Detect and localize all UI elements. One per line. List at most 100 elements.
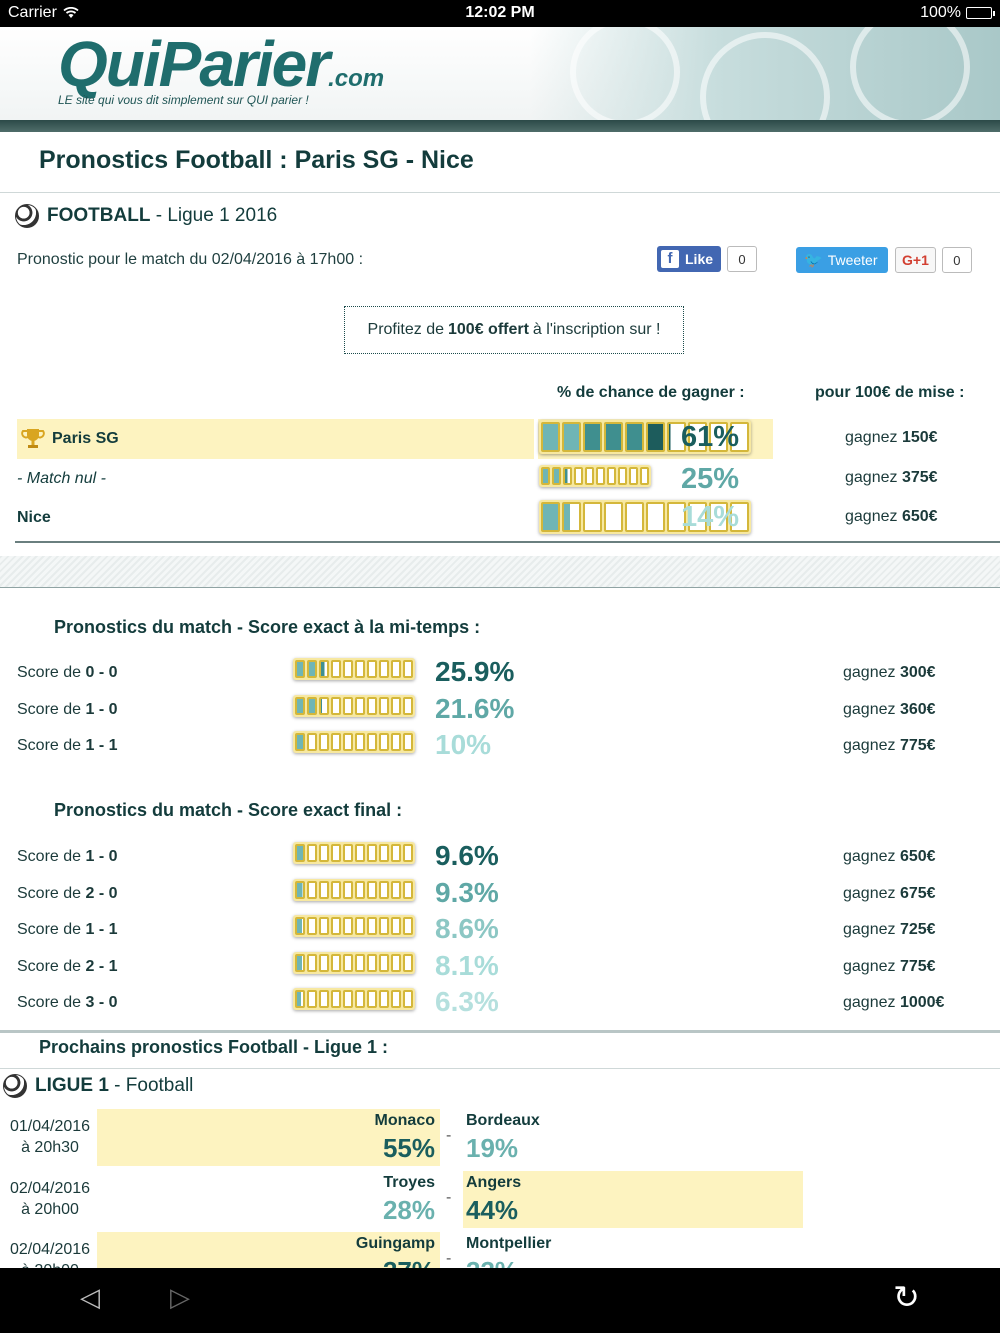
- gauge-segment: [625, 502, 644, 532]
- gauge-segment: [331, 990, 341, 1008]
- match-datetime[interactable]: 02/04/2016 à 20h00: [7, 1178, 93, 1220]
- site-logo[interactable]: QuiParier.com: [58, 29, 384, 99]
- gauge-segment: [562, 422, 581, 452]
- back-button[interactable]: ◁: [80, 1282, 100, 1313]
- section-band: [0, 556, 1000, 588]
- versus-dash: -: [446, 1127, 452, 1144]
- gauge-segment: [319, 880, 329, 899]
- gauge-segment: [355, 733, 365, 751]
- gauge-segment: [343, 990, 353, 1008]
- score-label: Score de 0 - 0: [17, 664, 118, 682]
- gain-amount: 725€: [899, 921, 936, 938]
- win-label: gagnez: [843, 737, 896, 754]
- score-label: Score de 3 - 0: [17, 994, 118, 1012]
- gauge-segment: [403, 844, 413, 862]
- score-pct: 9.6%: [435, 840, 499, 871]
- like-label: Like: [685, 251, 714, 267]
- gauge-segment: [403, 880, 413, 899]
- google-plus-button[interactable]: G+1: [895, 247, 936, 273]
- gauge-segment: [367, 733, 377, 751]
- outcome-team-1: Paris SG: [20, 426, 119, 452]
- gain-amount: 650€: [901, 508, 938, 525]
- away-pct: 19%: [466, 1133, 519, 1163]
- forward-button[interactable]: ▷: [170, 1282, 190, 1313]
- header-decoration: [530, 27, 1000, 120]
- win-label: gagnez: [843, 957, 896, 975]
- gauge-segment: [596, 467, 605, 485]
- gain-amount: 300€: [899, 664, 936, 681]
- gain-amount: 775€: [899, 737, 936, 754]
- facebook-like-button[interactable]: f Like: [657, 246, 722, 272]
- score-value: 1 - 0: [85, 700, 118, 718]
- home-team[interactable]: Monaco: [375, 1112, 435, 1130]
- gauge-segment: [343, 660, 353, 678]
- promo-banner[interactable]: Profitez de 100€ offert à l'inscription …: [344, 306, 684, 354]
- tweet-button[interactable]: 🐦 Tweeter: [796, 247, 888, 273]
- gauge-segment: [307, 733, 317, 751]
- home-team[interactable]: Troyes: [383, 1174, 435, 1192]
- score-gauge: [293, 915, 415, 937]
- divider: [0, 192, 1000, 193]
- outcome-team-name: Paris SG: [52, 430, 119, 448]
- score-gauge: [293, 694, 415, 717]
- col-stake: pour 100€ de mise :: [815, 384, 965, 401]
- gauge-segment: [391, 844, 401, 862]
- gauge-segment: [403, 990, 413, 1008]
- score-value: 2 - 1: [85, 957, 118, 975]
- score-pct: 25.9%: [435, 656, 515, 687]
- score-label: Score de 1 - 0: [17, 848, 118, 866]
- score-prefix: Score de: [17, 700, 82, 718]
- score-prefix: Score de: [17, 921, 82, 938]
- match-date: Pronostic pour le match du 02/04/2016 à …: [17, 251, 364, 268]
- logo-com: .com: [328, 65, 385, 92]
- gauge-segment: [403, 953, 413, 972]
- gain-amount: 775€: [899, 957, 936, 975]
- gauge-segment: [583, 502, 602, 532]
- gauge-segment: [541, 422, 560, 452]
- away-team[interactable]: Angers: [466, 1174, 521, 1192]
- page-title: Pronostics Football : Paris SG - Nice: [39, 146, 474, 174]
- gain-amount: 150€: [901, 429, 938, 446]
- reload-button[interactable]: ↻: [893, 1278, 920, 1316]
- gauge-segment: [295, 880, 305, 899]
- versus-dash: -: [446, 1250, 452, 1267]
- tweet-label: Tweeter: [827, 252, 878, 268]
- home-team[interactable]: Guingamp: [356, 1235, 435, 1253]
- away-team[interactable]: Montpellier: [466, 1235, 551, 1253]
- section-sport: FOOTBALL: [47, 205, 151, 226]
- gauge-segment: [629, 467, 638, 485]
- gauge-segment: [343, 696, 353, 715]
- score-label: Score de 1 - 1: [17, 921, 118, 939]
- gauge-segment: [295, 917, 305, 935]
- gauge-segment: [331, 880, 341, 899]
- outcome-team-2: - Match nul -: [17, 470, 106, 487]
- gauge-segment: [391, 880, 401, 899]
- win-label: gagnez: [845, 429, 898, 446]
- gauge-segment: [391, 660, 401, 678]
- match-datetime[interactable]: 01/04/2016 à 20h30: [7, 1116, 93, 1158]
- away-pct: 44%: [466, 1194, 519, 1225]
- win-label: gagnez: [843, 664, 896, 681]
- score-pct: 6.3%: [435, 986, 499, 1017]
- gauge-segment: [319, 844, 329, 862]
- gauge-segment: [319, 733, 329, 751]
- gplus-count: 0: [941, 247, 972, 273]
- gauge-segment: [355, 844, 365, 862]
- gauge-segment: [355, 953, 365, 972]
- win-label: gagnez: [843, 921, 896, 938]
- win-label: gagnez: [845, 469, 898, 486]
- away-team[interactable]: Bordeaux: [466, 1112, 540, 1130]
- gauge-segment: [403, 696, 413, 715]
- score-pct: 8.6%: [435, 913, 499, 944]
- section-league: - Ligue 1 2016: [150, 205, 278, 226]
- battery: 100%: [920, 4, 995, 22]
- gauge-segment: [607, 467, 616, 485]
- gauge-segment: [343, 733, 353, 751]
- promo-before: Profitez de: [367, 321, 444, 338]
- gauge-segment: [295, 733, 305, 751]
- gauge-segment: [331, 696, 341, 715]
- gauge-segment: [379, 696, 389, 715]
- gauge-segment: [585, 467, 594, 485]
- outcome-pct-3: 14%: [681, 501, 740, 533]
- score-gauge: [293, 878, 415, 901]
